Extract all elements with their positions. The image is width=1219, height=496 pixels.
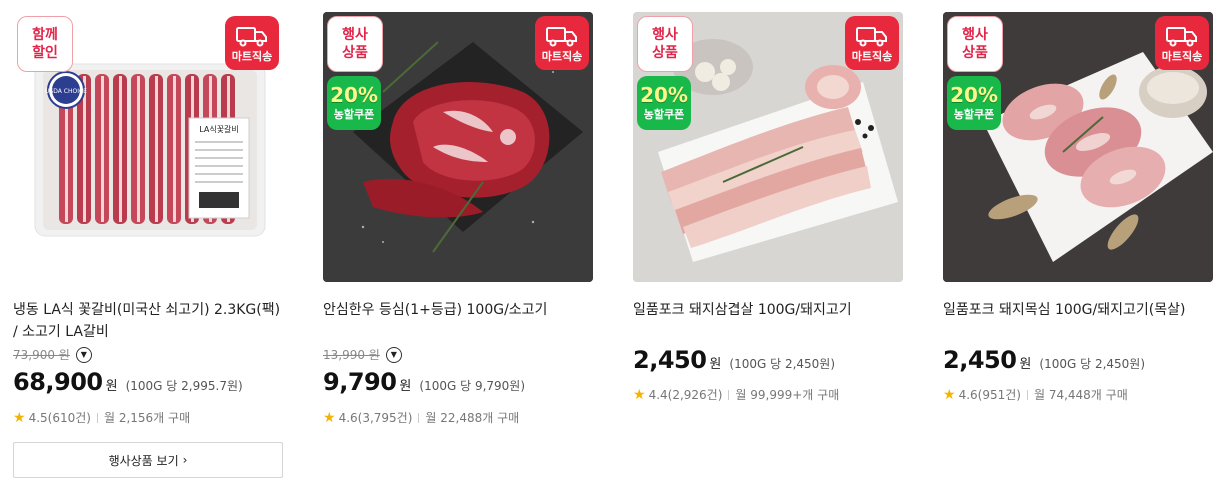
monthly-purchases: 월 2,156개 구매 <box>103 411 191 425</box>
rating-value: 4.5(610건) <box>28 411 91 425</box>
rating-row: ★ 4.5(610건) 월 2,156개 구매 <box>13 409 190 426</box>
price-row: 9,790 원 (100G 당 9,790원) <box>323 368 526 396</box>
product-card[interactable]: USDA CHOICE LA식꽃갈비 함께 할인 마트직송 냉동 LA식 꽃갈비… <box>13 12 283 478</box>
product-card[interactable]: 행사 상품 20% 농할쿠폰 마트직송 일품포크 돼지목심 100G/돼지고기(… <box>943 12 1213 403</box>
divider <box>418 412 420 423</box>
product-title[interactable]: 냉동 LA식 꽃갈비(미국산 쇠고기) 2.3KG(팩) / 소고기 LA갈비 <box>13 299 283 343</box>
usda-label: USDA CHOICE <box>45 88 87 95</box>
unit-price: (100G 당 2,995.7원) <box>125 379 243 393</box>
sale-price: 68,900 <box>13 368 103 396</box>
monthly-purchases: 월 99,999+개 구매 <box>735 388 840 402</box>
product-image[interactable]: 행사 상품 20% 농할쿠폰 마트직송 <box>943 12 1213 282</box>
product-title[interactable]: 일품포크 돼지목심 100G/돼지고기(목살) <box>943 299 1213 321</box>
coupon-badge: 20% 농할쿠폰 <box>637 76 691 130</box>
price-row: 2,450 원 (100G 당 2,450원) <box>633 346 836 374</box>
divider <box>1026 389 1028 400</box>
product-image[interactable]: 행사 상품 20% 농할쿠폰 마트직송 <box>323 12 593 282</box>
monthly-purchases: 월 22,488개 구매 <box>425 411 520 425</box>
product-title[interactable]: 안심한우 등심(1+등급) 100G/소고기 <box>323 299 593 321</box>
product-card[interactable]: 행사 상품 20% 농할쿠폰 마트직송 일품포크 돼지삼겹살 100G/돼지고기… <box>633 12 903 403</box>
original-price-row: 73,900 원 ▼ <box>13 346 92 363</box>
original-price: 13,990 원 <box>323 348 380 362</box>
view-event-products-button[interactable]: 행사상품 보기 › <box>13 442 283 478</box>
event-product-badge: 행사 상품 <box>327 16 383 72</box>
rating-value: 4.6(951건) <box>958 388 1021 402</box>
truck-icon <box>546 27 577 47</box>
mart-delivery-badge: 마트직송 <box>845 16 899 70</box>
sale-price: 2,450 <box>633 346 707 374</box>
monthly-purchases: 월 74,448개 구매 <box>1033 388 1128 402</box>
truck-icon <box>856 27 887 47</box>
discount-detail-chevron-icon[interactable]: ▼ <box>385 346 402 363</box>
star-icon: ★ <box>323 409 336 426</box>
chevron-right-icon: › <box>182 453 188 467</box>
package-label: LA식꽃갈비 <box>199 125 239 134</box>
unit-price: (100G 당 2,450원) <box>729 357 836 371</box>
sale-price: 9,790 <box>323 368 397 396</box>
truck-icon <box>1166 27 1197 47</box>
truck-icon <box>236 27 267 47</box>
star-icon: ★ <box>943 386 956 403</box>
discount-detail-chevron-icon[interactable]: ▼ <box>75 346 92 363</box>
mart-delivery-badge: 마트직송 <box>535 16 589 70</box>
mart-delivery-badge: 마트직송 <box>1155 16 1209 70</box>
event-product-badge: 행사 상품 <box>637 16 693 72</box>
unit-price: (100G 당 2,450원) <box>1039 357 1146 371</box>
sale-price: 2,450 <box>943 346 1017 374</box>
price-row: 68,900 원 (100G 당 2,995.7원) <box>13 368 243 396</box>
product-image[interactable]: 행사 상품 20% 농할쿠폰 마트직송 <box>633 12 903 282</box>
rating-row: ★ 4.4(2,926건) 월 99,999+개 구매 <box>633 386 839 403</box>
event-product-badge: 행사 상품 <box>947 16 1003 72</box>
original-price: 73,900 원 <box>13 348 70 362</box>
divider <box>96 412 98 423</box>
original-price-row: 13,990 원 ▼ <box>323 346 402 363</box>
unit-price: (100G 당 9,790원) <box>419 379 526 393</box>
star-icon: ★ <box>13 409 26 426</box>
rating-value: 4.6(3,795건) <box>338 411 413 425</box>
product-title[interactable]: 일품포크 돼지삼겹살 100G/돼지고기 <box>633 299 903 321</box>
divider <box>728 389 730 400</box>
star-icon: ★ <box>633 386 646 403</box>
coupon-badge: 20% 농할쿠폰 <box>947 76 1001 130</box>
coupon-badge: 20% 농할쿠폰 <box>327 76 381 130</box>
price-row: 2,450 원 (100G 당 2,450원) <box>943 346 1146 374</box>
rating-row: ★ 4.6(951건) 월 74,448개 구매 <box>943 386 1128 403</box>
rating-value: 4.4(2,926건) <box>648 388 723 402</box>
rating-row: ★ 4.6(3,795건) 월 22,488개 구매 <box>323 409 519 426</box>
product-card[interactable]: 행사 상품 20% 농할쿠폰 마트직송 안심한우 등심(1+등급) 100G/소… <box>323 12 593 426</box>
product-image[interactable]: USDA CHOICE LA식꽃갈비 함께 할인 마트직송 <box>13 12 283 282</box>
mart-delivery-badge: 마트직송 <box>225 16 279 70</box>
together-discount-badge: 함께 할인 <box>17 16 73 72</box>
